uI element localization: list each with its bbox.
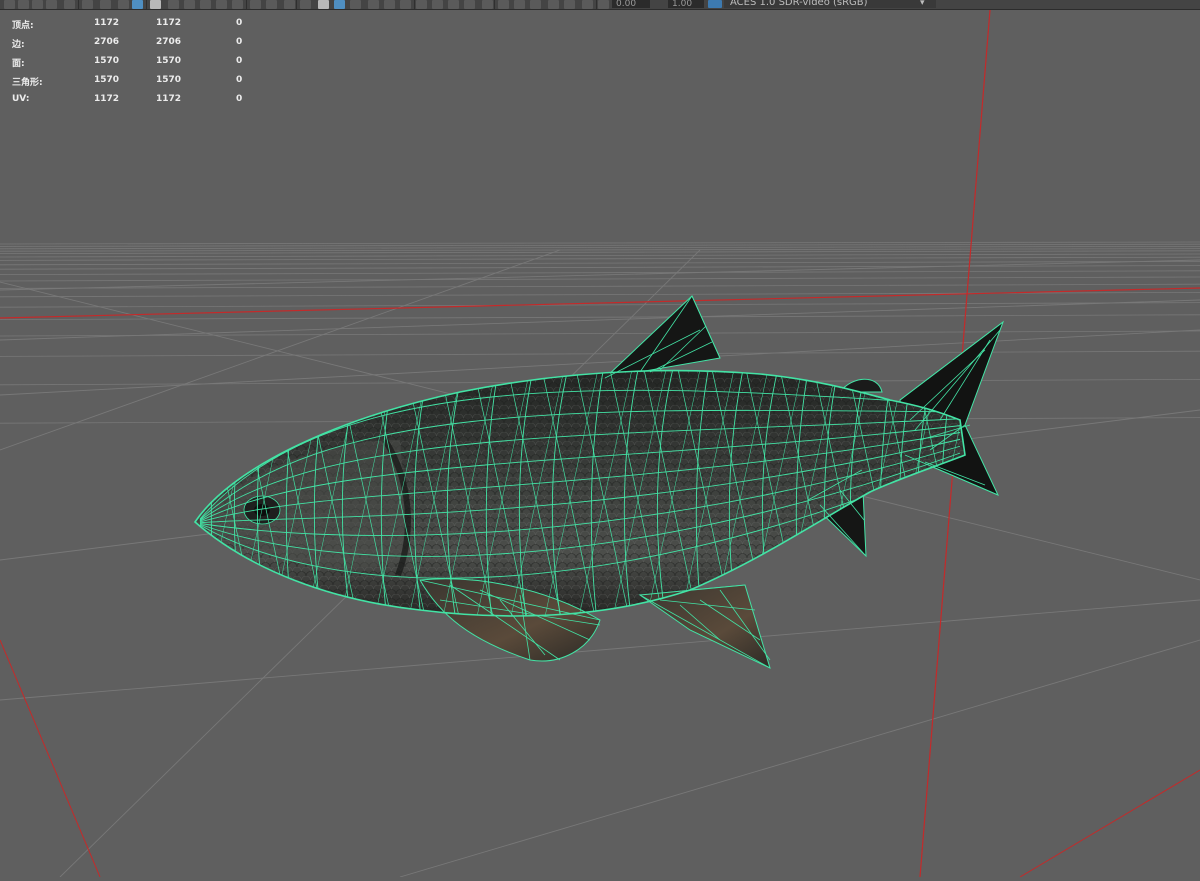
chevron-down-icon[interactable]: ▾ — [920, 0, 925, 8]
toolbar-button[interactable] — [334, 0, 345, 9]
grid-line — [0, 245, 1200, 250]
toolbar-separator — [414, 0, 415, 9]
toolbar-button[interactable] — [82, 0, 93, 9]
toolbar-separator — [494, 0, 495, 9]
toolbar-button[interactable] — [464, 0, 475, 9]
toolbar-button[interactable] — [132, 0, 143, 9]
hud-label: 三角形: — [12, 78, 43, 88]
toolbar-separator — [596, 0, 597, 9]
toolbar-button[interactable] — [582, 0, 593, 9]
grid-line — [0, 599, 1200, 701]
toolbar-button[interactable] — [514, 0, 525, 9]
toolbar-button[interactable] — [400, 0, 411, 9]
hud-row: 面: 1570 1570 0 — [0, 56, 260, 75]
toolbar-button[interactable] — [548, 0, 559, 9]
toolbar-separator — [78, 0, 79, 9]
toolbar-button[interactable] — [150, 0, 161, 9]
grid-line — [0, 270, 1200, 276]
toolbar-button[interactable] — [184, 0, 195, 9]
hud-value: 1570 — [156, 56, 182, 66]
hud-value: 1570 — [94, 56, 120, 66]
toolbar-button[interactable] — [284, 0, 295, 9]
viewport-scene[interactable] — [0, 9, 1200, 878]
hud-value: 1172 — [94, 94, 120, 104]
toolbar-button[interactable] — [232, 0, 243, 9]
toolbar-button[interactable] — [200, 0, 211, 9]
hud-row: 三角形: 1570 1570 0 — [0, 75, 260, 94]
grid-line — [0, 276, 1200, 282]
toolbar-button[interactable] — [498, 0, 509, 9]
toolbar-button[interactable] — [300, 0, 311, 9]
toolbar-button[interactable] — [4, 0, 15, 9]
toolbar-button[interactable] — [368, 0, 379, 9]
fish-mesh[interactable] — [193, 295, 1008, 669]
hud-value: 1172 — [156, 18, 182, 28]
color-space-icon[interactable] — [708, 0, 722, 8]
hud-value: 0 — [236, 37, 243, 47]
toolbar-button[interactable] — [318, 0, 329, 9]
grid-line — [0, 253, 1200, 258]
toolbar-button[interactable] — [416, 0, 427, 9]
poly-count-hud: 顶点: 1172 1172 0 边: 2706 2706 0 面: 1570 1570 0 三角形: 15… — [0, 18, 260, 113]
toolbar-button[interactable] — [100, 0, 111, 9]
toolbar-button[interactable] — [250, 0, 261, 9]
toolbar-button[interactable] — [118, 0, 129, 9]
hud-value: 0 — [236, 94, 243, 104]
toolbar-separator — [246, 0, 247, 9]
hud-label: 边: — [12, 40, 25, 50]
color-space-dropdown[interactable]: ACES 1.0 SDR-video (sRGB) — [724, 0, 936, 8]
hud-value: 1172 — [94, 18, 120, 28]
grid-line — [0, 330, 1200, 337]
toolbar-button[interactable] — [384, 0, 395, 9]
axis-line — [1019, 769, 1200, 878]
toolbar-button[interactable] — [448, 0, 459, 9]
toolbar-button[interactable] — [266, 0, 277, 9]
toolbar-button[interactable] — [564, 0, 575, 9]
grid-line — [0, 350, 1200, 357]
toolbar-button[interactable] — [530, 0, 541, 9]
hud-label: 顶点: — [12, 21, 34, 31]
hud-label: UV: — [12, 94, 30, 104]
grid-line — [0, 250, 1200, 255]
grid-line — [0, 248, 1200, 252]
grid-line — [0, 241, 1200, 245]
hud-value: 1570 — [156, 75, 182, 85]
hud-value: 1172 — [156, 94, 182, 104]
grid-line — [0, 283, 1200, 289]
gamma-field[interactable]: 1.00 — [668, 0, 704, 8]
axis-line — [0, 639, 101, 878]
grid-line — [0, 314, 1200, 321]
hud-value: 0 — [236, 56, 243, 66]
toolbar-button[interactable] — [18, 0, 29, 9]
hud-row: UV: 1172 1172 0 — [0, 94, 260, 113]
hud-value: 0 — [236, 75, 243, 85]
toolbar-separator — [146, 0, 147, 9]
exposure-field[interactable]: 0.00 — [612, 0, 650, 8]
grid-line — [0, 243, 1200, 247]
viewport-toolbar: 0.00 1.00 ACES 1.0 SDR-video (sRGB) ▾ — [0, 0, 1200, 10]
hud-value: 0 — [236, 18, 243, 28]
toolbar-button[interactable] — [46, 0, 57, 9]
hud-value: 1570 — [94, 75, 120, 85]
toolbar-button[interactable] — [482, 0, 493, 9]
toolbar-button[interactable] — [168, 0, 179, 9]
toolbar-button[interactable] — [216, 0, 227, 9]
toolbar-button[interactable] — [64, 0, 75, 9]
toolbar-separator — [296, 0, 297, 9]
hud-row: 顶点: 1172 1172 0 — [0, 18, 260, 37]
grid-line — [0, 256, 1200, 261]
hud-value: 2706 — [94, 37, 120, 47]
hud-value: 2706 — [156, 37, 182, 47]
hud-label: 面: — [12, 59, 25, 69]
hud-row: 边: 2706 2706 0 — [0, 37, 260, 56]
3d-viewport[interactable]: 顶点: 1172 1172 0 边: 2706 2706 0 面: 1570 1570 0 三角形: 15… — [0, 9, 1200, 878]
grid-line — [0, 299, 1200, 341]
grid-line — [0, 265, 1200, 270]
toolbar-button[interactable] — [432, 0, 443, 9]
toolbar-button[interactable] — [32, 0, 43, 9]
toolbar-button[interactable] — [598, 0, 609, 9]
toolbar-button[interactable] — [350, 0, 361, 9]
